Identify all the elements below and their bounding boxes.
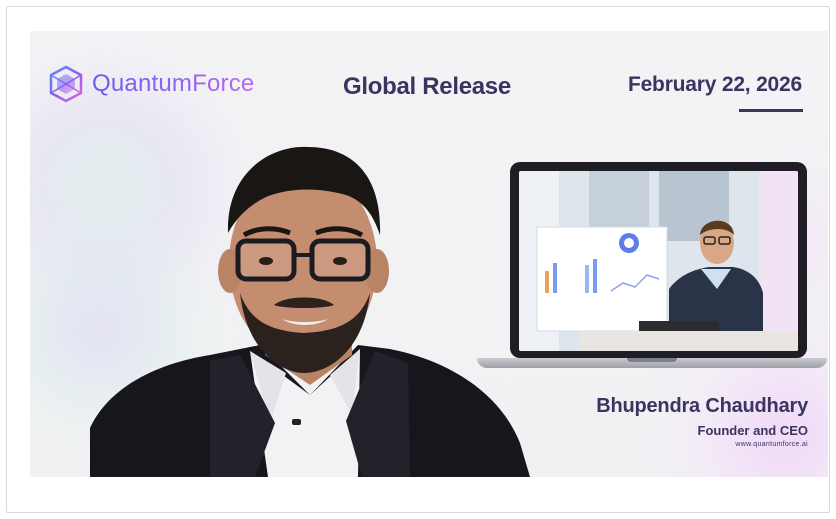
brand-logo: QuantumForce [48,65,254,103]
person-name: Bhupendra Chaudhary [596,395,808,417]
person-role: Founder and CEO [697,423,809,438]
laptop-notch [627,358,677,362]
quantum-cube-icon [49,65,83,103]
laptop-illustration [477,162,827,377]
release-date: February 22, 2026 [627,73,802,96]
image-frame: QuantumForce Global Release February 22,… [6,6,830,513]
laptop-lid [510,162,807,358]
press-release-banner: QuantumForce Global Release February 22,… [30,31,828,477]
brand-name: QuantumForce [92,70,255,97]
laptop-screen [519,171,798,351]
screen-scene [519,171,798,351]
headline: Global Release [343,73,511,100]
date-underline [739,109,803,112]
ceo-portrait [90,146,530,477]
website-text: www.quantumforce.ai [735,441,808,448]
